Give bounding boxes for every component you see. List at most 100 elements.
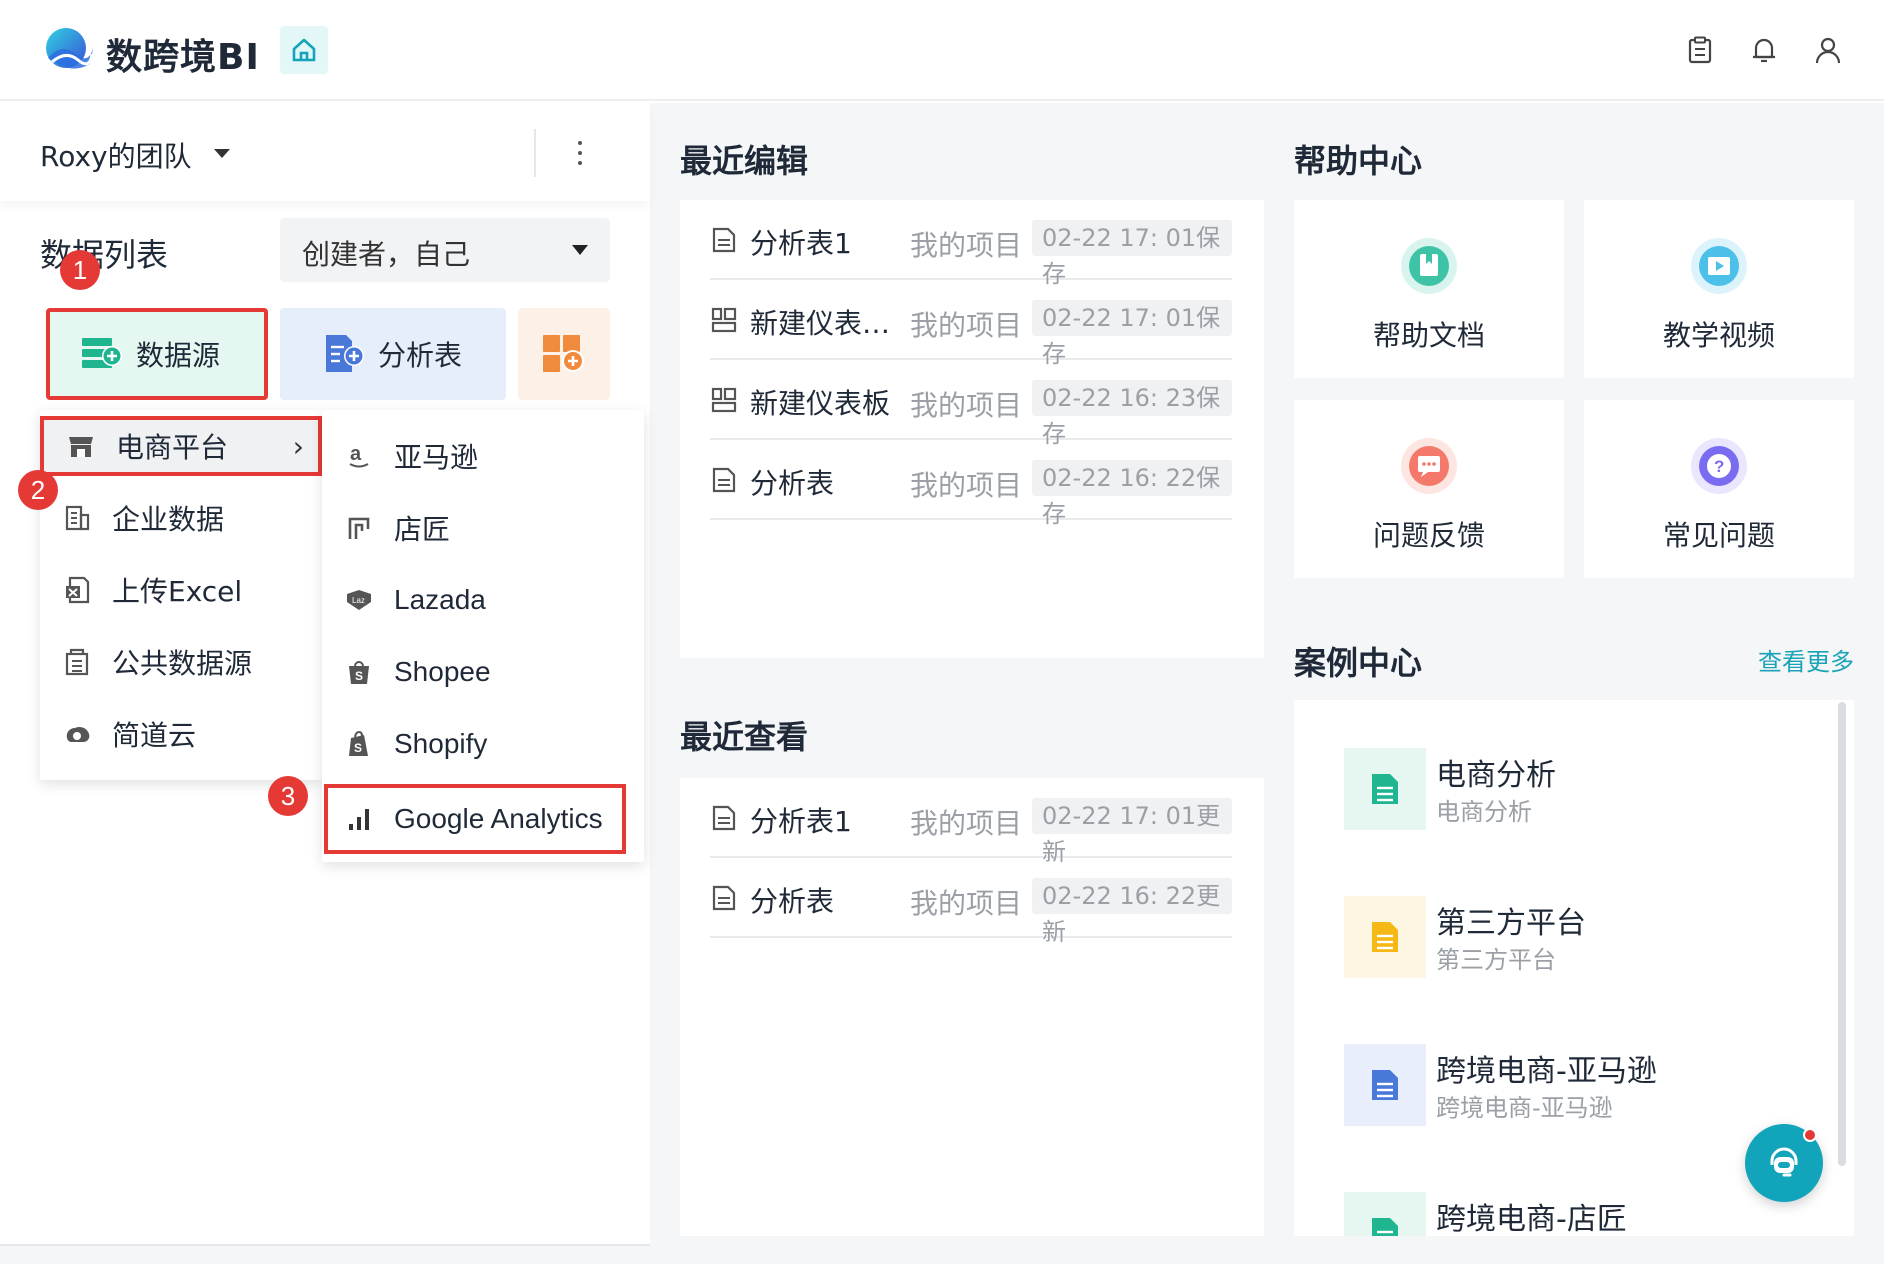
divider bbox=[534, 129, 536, 177]
menu-item-ecommerce[interactable]: 电商平台 › bbox=[40, 416, 322, 476]
case-item[interactable]: 跨境电商-亚马逊 跨境电商-亚马逊 bbox=[1344, 1042, 1764, 1132]
item-time: 02-22 16: 23保存 bbox=[1032, 380, 1232, 448]
new-analysis-button[interactable]: 分析表 bbox=[280, 308, 506, 400]
clipboard-icon[interactable] bbox=[1684, 34, 1716, 66]
lazada-icon: Laz bbox=[344, 585, 374, 615]
submenu-item-shoplazza[interactable]: 店匠 bbox=[322, 498, 644, 558]
team-dropdown-caret-icon[interactable] bbox=[214, 149, 230, 158]
help-card-docs[interactable]: 帮助文档 bbox=[1294, 200, 1564, 378]
submenu-item-google-analytics[interactable]: Google Analytics bbox=[324, 784, 626, 854]
team-name[interactable]: Roxy的团队 bbox=[40, 135, 192, 175]
menu-item-jiandaoyun[interactable]: 简道云 bbox=[40, 704, 322, 764]
new-datasource-label: 数据源 bbox=[136, 339, 221, 372]
help-center-title: 帮助中心 bbox=[1294, 142, 1423, 180]
item-project: 我的项目 bbox=[910, 887, 1023, 920]
team-bar: Roxy的团队 bbox=[0, 103, 650, 201]
help-doc-icon bbox=[1401, 238, 1457, 294]
dashboard-icon bbox=[711, 307, 737, 333]
submenu-item-shopee[interactable]: S Shopee bbox=[322, 642, 644, 702]
case-item[interactable]: 第三方平台 第三方平台 bbox=[1344, 894, 1764, 984]
help-card-feedback[interactable]: 问题反馈 bbox=[1294, 400, 1564, 578]
item-time: 02-22 16: 22保存 bbox=[1032, 460, 1232, 528]
view-more-link[interactable]: 查看更多 bbox=[1758, 642, 1854, 677]
new-dashboard-button[interactable] bbox=[518, 308, 610, 400]
analysis-doc-icon bbox=[712, 805, 736, 831]
case-list-scrollbar[interactable] bbox=[1838, 702, 1846, 1166]
submenu-item-label: 亚马逊 bbox=[394, 442, 479, 473]
dashboard-add-icon bbox=[543, 335, 584, 372]
recent-edit-card: 分析表1 我的项目 02-22 17: 01保存 新建仪表… 我的项目 02-2… bbox=[680, 200, 1264, 658]
datasource-add-icon bbox=[82, 338, 122, 368]
excel-icon bbox=[62, 575, 92, 605]
new-datasource-button[interactable]: 数据源 bbox=[46, 308, 268, 400]
svg-text:Laz: Laz bbox=[352, 596, 365, 605]
document-icon bbox=[1344, 896, 1426, 978]
bell-icon[interactable] bbox=[1748, 34, 1780, 66]
faq-icon: ? bbox=[1691, 438, 1747, 494]
recent-edit-title: 最近编辑 bbox=[680, 142, 809, 180]
submenu-item-label: 店匠 bbox=[394, 514, 451, 545]
home-button[interactable] bbox=[280, 26, 328, 74]
case-title: 电商分析 bbox=[1436, 758, 1556, 793]
user-icon[interactable] bbox=[1812, 34, 1844, 66]
new-analysis-label: 分析表 bbox=[378, 339, 463, 372]
item-time: 02-22 16: 22更新 bbox=[1032, 878, 1232, 946]
shopee-icon: S bbox=[344, 657, 374, 687]
recent-edit-row[interactable]: 分析表1 我的项目 02-22 17: 01保存 bbox=[710, 200, 1232, 288]
home-icon bbox=[292, 38, 316, 62]
item-project: 我的项目 bbox=[910, 309, 1023, 342]
building-icon bbox=[62, 503, 92, 533]
menu-item-label: 公共数据源 bbox=[112, 647, 253, 680]
help-card-videos[interactable]: 教学视频 bbox=[1584, 200, 1854, 378]
submenu-item-shopify[interactable]: S Shopify bbox=[322, 714, 644, 774]
recent-view-row[interactable]: 分析表1 我的项目 02-22 17: 01更新 bbox=[710, 778, 1232, 866]
shopify-icon: S bbox=[344, 729, 374, 759]
menu-item-label: 上传Excel bbox=[112, 575, 243, 608]
submenu-item-amazon[interactable]: a 亚马逊 bbox=[322, 426, 644, 486]
chevron-right-icon: › bbox=[292, 429, 304, 463]
creator-filter-value: 创建者，自己 bbox=[302, 238, 471, 271]
top-bar: 数跨境BI bbox=[0, 0, 1884, 101]
recent-view-title: 最近查看 bbox=[680, 718, 809, 756]
help-card-faq[interactable]: ? 常见问题 bbox=[1584, 400, 1854, 578]
more-options-icon[interactable] bbox=[568, 133, 592, 173]
item-time: 02-22 17: 01保存 bbox=[1032, 220, 1232, 288]
notification-dot bbox=[1803, 1128, 1817, 1142]
menu-item-label: 简道云 bbox=[112, 719, 197, 752]
submenu-item-lazada[interactable]: Laz Lazada bbox=[322, 570, 644, 630]
brand-logo-icon bbox=[46, 28, 94, 69]
svg-text:?: ? bbox=[1714, 457, 1724, 476]
analysis-doc-icon bbox=[712, 227, 736, 253]
case-item[interactable]: 电商分析 电商分析 bbox=[1344, 746, 1764, 836]
datasource-type-menu: 电商平台 › 企业数据 上传Excel 公共数据源 简道云 bbox=[40, 410, 322, 780]
help-card-label: 教学视频 bbox=[1662, 319, 1775, 352]
recent-edit-row[interactable]: 分析表 我的项目 02-22 16: 22保存 bbox=[710, 440, 1232, 528]
left-panel-footer bbox=[0, 1244, 650, 1264]
menu-item-label: 企业数据 bbox=[112, 503, 225, 536]
document-icon bbox=[1344, 1044, 1426, 1126]
feedback-icon bbox=[1401, 438, 1457, 494]
help-card-label: 帮助文档 bbox=[1372, 319, 1485, 352]
recent-view-row[interactable]: 分析表 我的项目 02-22 16: 22更新 bbox=[710, 858, 1232, 946]
recent-edit-row[interactable]: 新建仪表… 我的项目 02-22 17: 01保存 bbox=[710, 280, 1232, 368]
menu-item-public-datasource[interactable]: 公共数据源 bbox=[40, 632, 322, 692]
step-badge-1: 1 bbox=[60, 250, 100, 290]
recent-edit-row[interactable]: 新建仪表板 我的项目 02-22 16: 23保存 bbox=[710, 360, 1232, 448]
menu-item-label: 电商平台 bbox=[116, 431, 229, 464]
menu-item-upload-excel[interactable]: 上传Excel bbox=[40, 560, 322, 620]
submenu-item-label: Google Analytics bbox=[394, 803, 603, 834]
analysis-add-icon bbox=[326, 335, 364, 372]
case-title: 第三方平台 bbox=[1436, 906, 1586, 941]
case-subtitle: 跨境电商-亚马逊 bbox=[1436, 1094, 1613, 1122]
document-icon bbox=[1344, 1192, 1426, 1236]
analysis-doc-icon bbox=[712, 467, 736, 493]
item-time: 02-22 17: 01更新 bbox=[1032, 798, 1232, 866]
item-project: 我的项目 bbox=[910, 807, 1023, 840]
store-icon bbox=[66, 431, 96, 461]
item-name: 分析表1 bbox=[750, 227, 852, 260]
google-analytics-icon bbox=[344, 804, 374, 834]
item-name: 分析表1 bbox=[750, 805, 852, 838]
creator-filter-select[interactable]: 创建者，自己 bbox=[280, 218, 610, 282]
case-item[interactable]: 跨境电商-店匠 bbox=[1344, 1190, 1764, 1236]
menu-item-enterprise-data[interactable]: 企业数据 bbox=[40, 488, 322, 548]
